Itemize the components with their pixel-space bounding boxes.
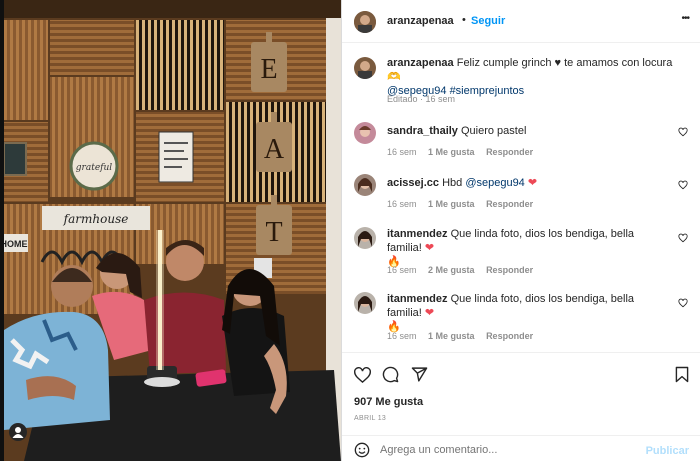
author-avatar[interactable] [354,11,376,33]
like-comment-heart-icon[interactable] [678,127,688,137]
comment-input[interactable] [380,441,620,459]
caption-avatar[interactable] [354,57,376,79]
save-bookmark-icon[interactable] [675,366,689,383]
header-separator: • [462,14,466,26]
comment-emoji: ❤ [424,242,435,254]
like-comment-heart-icon[interactable] [678,298,688,308]
sign-letter-e: E [260,54,277,85]
like-comment-heart-icon[interactable] [678,233,688,243]
comment-mention[interactable]: @sepegu94 [465,177,525,189]
commenter-avatar[interactable] [354,227,376,249]
comment-username[interactable]: sandra_thaily [387,125,458,137]
reply-button[interactable]: Responder [486,331,533,341]
comment-time[interactable]: 16 sem [387,331,417,341]
sign-letter-t: T [265,217,282,248]
comment-emoji: ❤ [527,177,538,189]
comment-text: Quiero pastel [460,125,527,137]
comment-time[interactable]: 16 sem [387,265,417,275]
caption-username[interactable]: aranzapenaa [387,57,454,69]
caption-hashtag[interactable]: #siemprejuntos [450,85,525,97]
post-photo[interactable]: E A T grateful farmhouse HOME [4,0,341,461]
reply-button[interactable]: Responder [486,147,533,157]
commenter-avatar[interactable] [354,122,376,144]
commenter-avatar[interactable] [354,292,376,314]
share-icon[interactable] [411,366,428,383]
comment-likes[interactable]: 1 Me gusta [428,199,475,209]
emoji-smiley-icon[interactable] [354,442,370,458]
comment-username[interactable]: itanmendez [387,293,448,305]
comment-likes[interactable]: 1 Me gusta [428,331,475,341]
reply-button[interactable]: Responder [486,265,533,275]
comment-likes[interactable]: 1 Me gusta [428,147,475,157]
sign-letter-a: A [264,134,285,165]
post-date[interactable]: ABRIL 13 [354,415,386,422]
comment-text: Hbd [442,177,463,189]
user-tag-icon[interactable] [9,423,27,441]
comment-likes[interactable]: 2 Me gusta [428,265,475,275]
post-actions [342,355,700,385]
comment-icon[interactable] [382,366,399,383]
like-heart-icon[interactable] [354,367,371,383]
comment-username[interactable]: acissej.cc [387,177,439,189]
home-sign-text: HOME [4,239,28,249]
commenter-avatar[interactable] [354,174,376,196]
follow-button[interactable]: Seguir [471,15,505,27]
wreath-sign-text: grateful [76,163,112,173]
author-username[interactable]: aranzapenaa [387,15,454,27]
publish-button[interactable]: Publicar [646,445,689,457]
more-options-icon[interactable]: ••• [681,13,689,24]
farmhouse-sign-text: farmhouse [63,212,129,226]
like-comment-heart-icon[interactable] [678,180,688,190]
comment-emoji: ❤ [424,307,435,319]
caption-meta: Editado · 16 sem [387,94,456,104]
post-details-panel: aranzapenaa • Seguir ••• aranzapenaa Fel… [341,0,700,461]
photo-scene: E A T grateful farmhouse HOME [4,0,341,461]
comment-composer: Publicar [342,435,700,461]
reply-button[interactable]: Responder [486,199,533,209]
comment-time[interactable]: 16 sem [387,147,417,157]
likes-count[interactable]: 907 Me gusta [354,396,423,408]
comment-username[interactable]: itanmendez [387,228,448,240]
comment-time[interactable]: 16 sem [387,199,417,209]
actions-divider [342,352,700,353]
post-header: aranzapenaa • Seguir ••• [342,0,700,43]
